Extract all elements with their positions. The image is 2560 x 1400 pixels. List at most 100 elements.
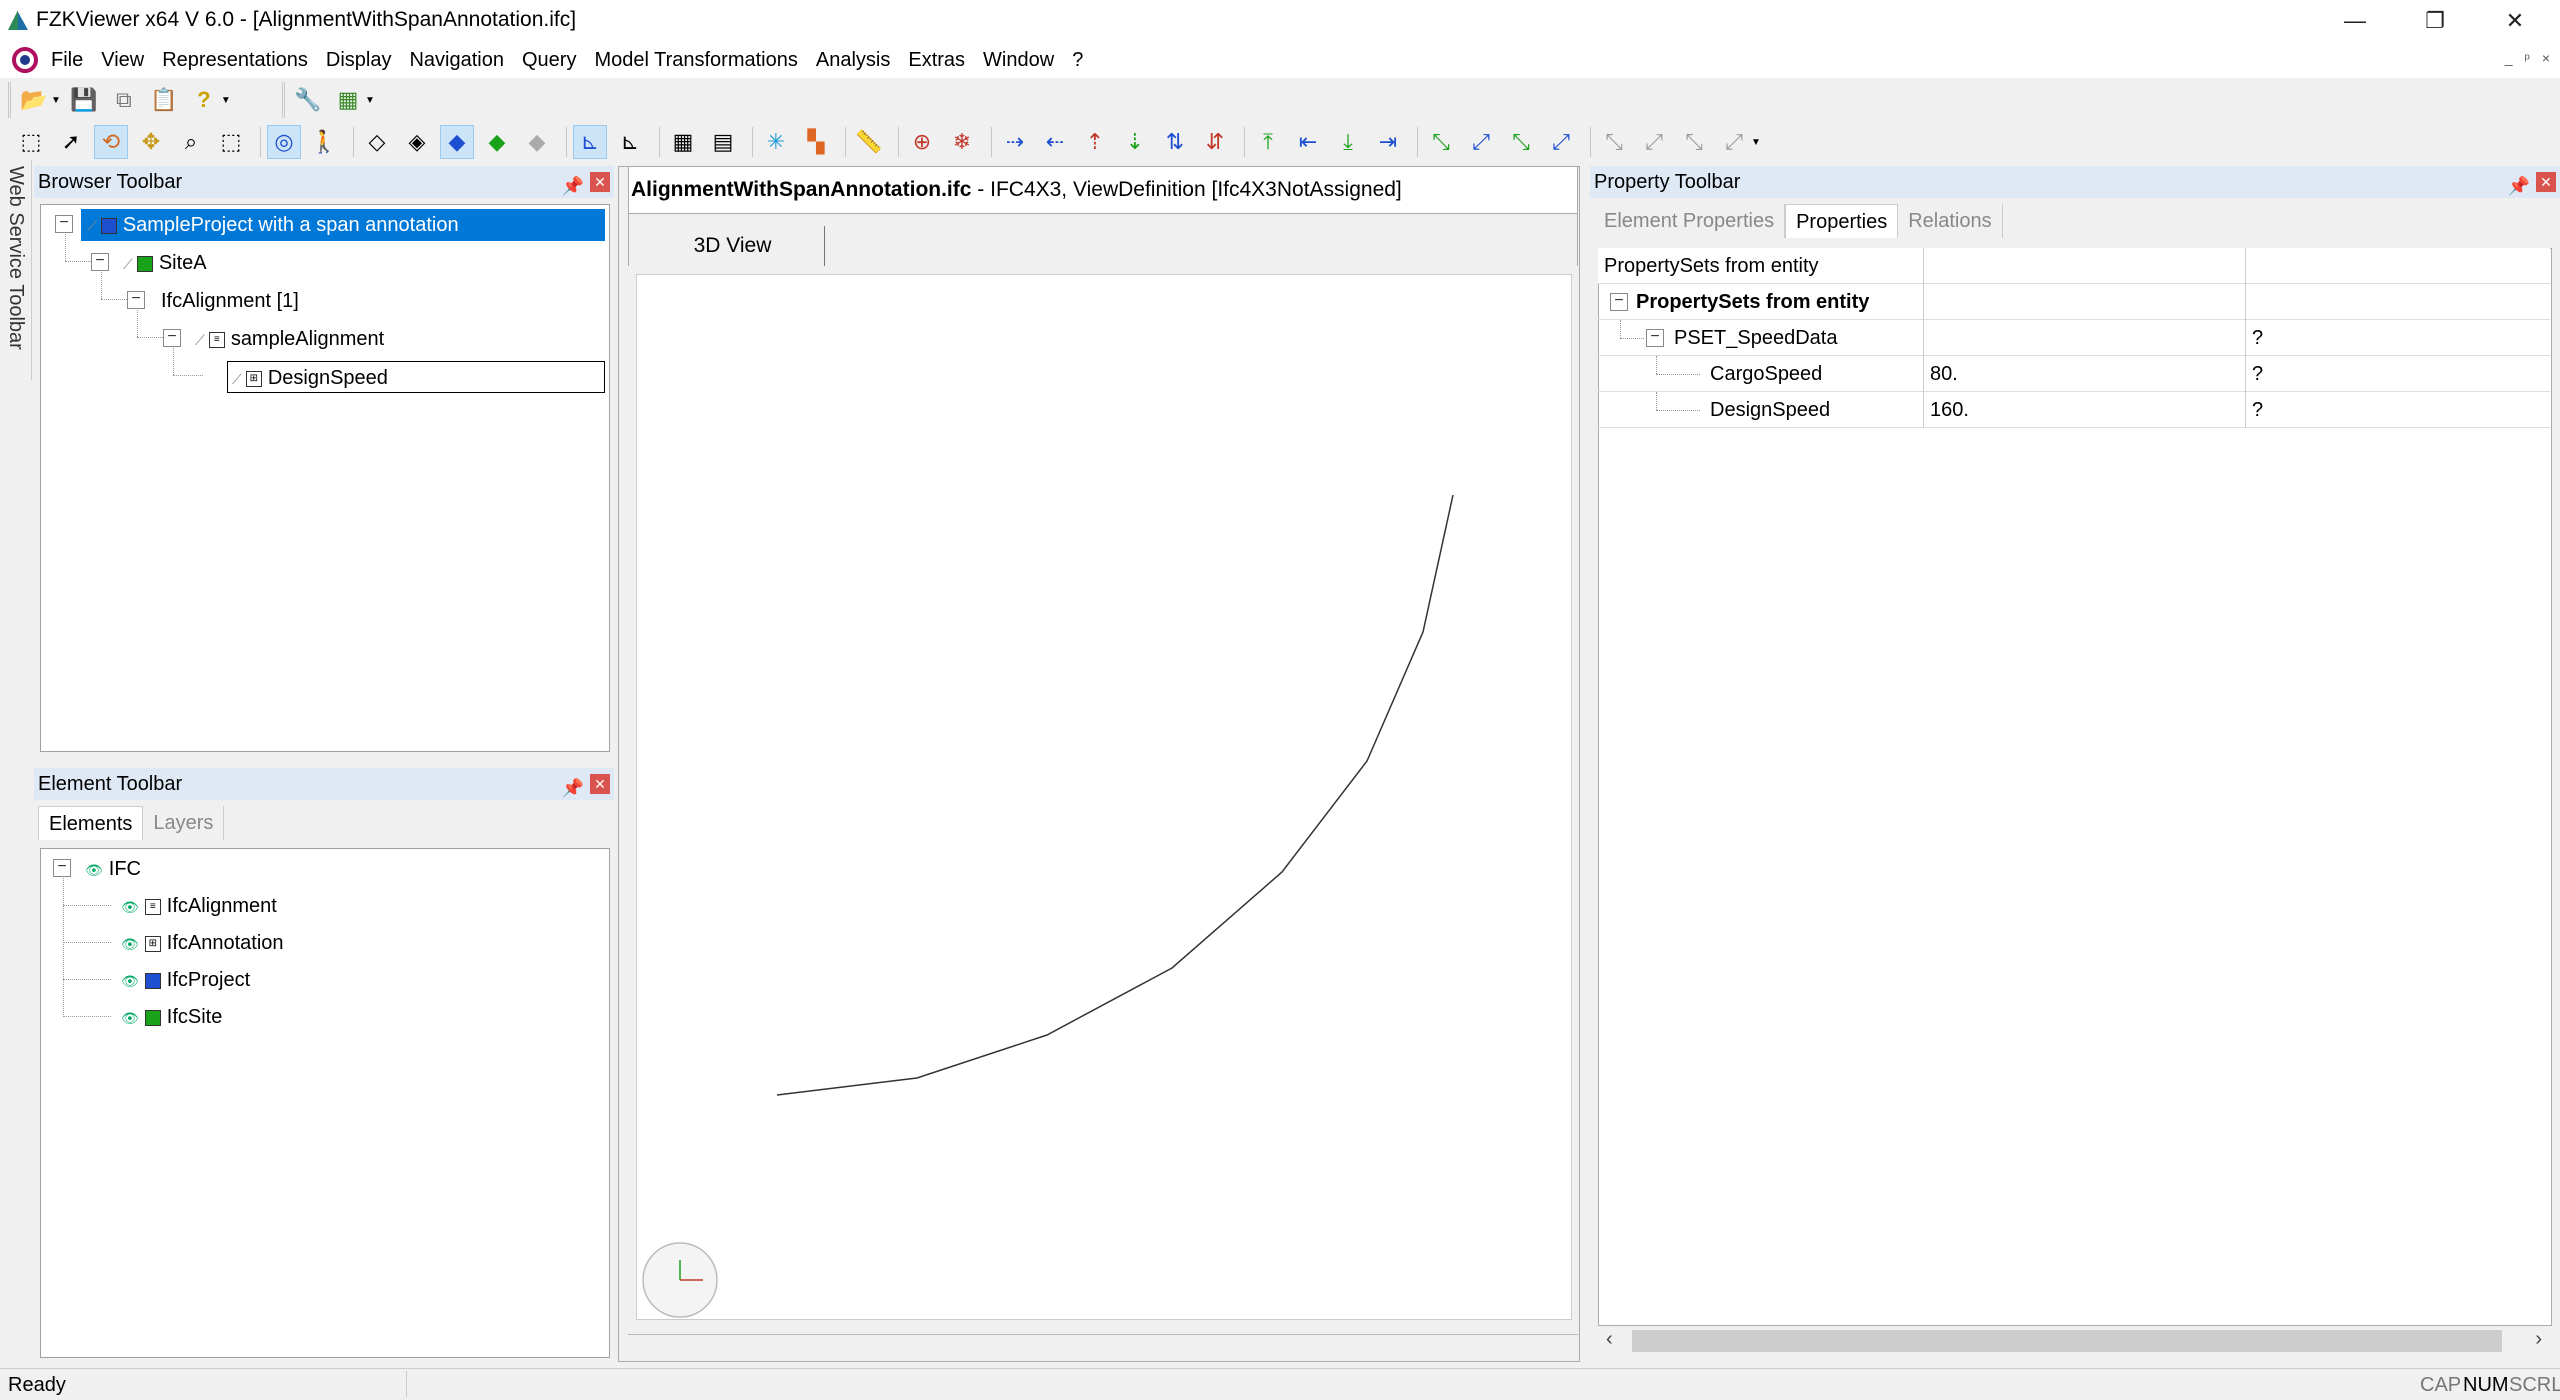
- pin-icon[interactable]: 📌: [2508, 170, 2530, 202]
- move-down-icon[interactable]: ⤓: [1331, 125, 1365, 159]
- property-row[interactable]: CargoSpeed 80. ?: [1598, 356, 2550, 392]
- iso-view-4-icon[interactable]: ⤢: [1544, 125, 1578, 159]
- web-service-toolbar-tab[interactable]: Web Service Toolbar: [0, 160, 32, 380]
- eye-icon[interactable]: 👁: [121, 891, 139, 923]
- menu-help[interactable]: ?: [1063, 42, 1092, 78]
- minimize-button[interactable]: —: [2320, 0, 2390, 42]
- pin-icon[interactable]: 📌: [562, 170, 584, 202]
- tab-relations[interactable]: Relations: [1898, 204, 2003, 238]
- open-dropdown-icon[interactable]: ▼: [51, 95, 61, 106]
- shaded-box-icon[interactable]: ◆: [440, 125, 474, 159]
- tree-item-ifcproject[interactable]: 👁 IfcProject: [121, 964, 250, 996]
- hidden-line-box-icon[interactable]: ◈: [400, 125, 434, 159]
- view-bottom-icon[interactable]: ⇵: [1198, 125, 1232, 159]
- zoom-window-icon[interactable]: ⬚: [214, 125, 248, 159]
- menu-representations[interactable]: Representations: [153, 42, 317, 78]
- tree-item-ifc-alignment[interactable]: IfcAlignment [1]: [157, 285, 299, 317]
- mdi-restore-button[interactable]: ᵖ: [2525, 50, 2530, 66]
- wrench-icon[interactable]: 🔧: [291, 83, 325, 117]
- color-palette-icon[interactable]: ▚: [799, 125, 833, 159]
- document-menu-icon[interactable]: [8, 45, 42, 75]
- tab-layers[interactable]: Layers: [143, 806, 225, 840]
- collapse-toggle[interactable]: −: [163, 329, 181, 347]
- property-row[interactable]: − PropertySets from entity: [1598, 284, 2550, 320]
- help-dropdown-icon[interactable]: ▼: [221, 95, 231, 106]
- walk-icon[interactable]: 🚶: [307, 125, 341, 159]
- axis-indicator[interactable]: [642, 1242, 718, 1318]
- close-panel-button[interactable]: ✕: [590, 172, 610, 192]
- eye-icon[interactable]: 👁: [85, 854, 103, 886]
- tree-item-ifcsite[interactable]: 👁 IfcSite: [121, 1001, 222, 1033]
- mdi-minimize-button[interactable]: _: [2505, 50, 2513, 66]
- scroll-right-icon[interactable]: ›: [2535, 1328, 2542, 1351]
- measure-icon[interactable]: 📏: [852, 125, 886, 159]
- pan-icon[interactable]: ✥: [134, 125, 168, 159]
- axes-grid-icon[interactable]: ⊾: [613, 125, 647, 159]
- menu-window[interactable]: Window: [974, 42, 1063, 78]
- menu-view[interactable]: View: [92, 42, 153, 78]
- collapse-toggle[interactable]: −: [127, 291, 145, 309]
- menu-display[interactable]: Display: [317, 42, 401, 78]
- tree-item-sample-project[interactable]: ⟋ SampleProject with a span annotation: [81, 209, 605, 241]
- iso-view-2-icon[interactable]: ⤢: [1464, 125, 1498, 159]
- scrollbar-thumb[interactable]: [1632, 1330, 2502, 1352]
- pin-icon[interactable]: 📌: [562, 772, 584, 804]
- grid-corner-icon[interactable]: ▤: [706, 125, 740, 159]
- rotate-icon[interactable]: ⟲: [94, 125, 128, 159]
- move-left-icon[interactable]: ⇤: [1291, 125, 1325, 159]
- wireframe-box-icon[interactable]: ◇: [360, 125, 394, 159]
- collapse-toggle[interactable]: −: [55, 215, 73, 233]
- close-panel-button[interactable]: ✕: [2536, 172, 2556, 192]
- 3d-viewport[interactable]: [636, 274, 1572, 1320]
- tab-properties[interactable]: Properties: [1785, 204, 1899, 238]
- tab-element-properties[interactable]: Element Properties: [1594, 204, 1786, 238]
- property-horizontal-scrollbar[interactable]: ‹ ›: [1598, 1326, 2550, 1356]
- view-left-icon[interactable]: ⇠: [1038, 125, 1072, 159]
- close-window-button[interactable]: ✕: [2480, 0, 2550, 42]
- menu-extras[interactable]: Extras: [899, 42, 974, 78]
- fit-view-icon[interactable]: ⬚: [14, 125, 48, 159]
- menu-query[interactable]: Query: [513, 42, 585, 78]
- menu-model-transformations[interactable]: Model Transformations: [585, 42, 806, 78]
- tree-item-ifcalignment[interactable]: 👁 ≡ IfcAlignment: [121, 890, 277, 922]
- paste-icon[interactable]: 📋: [147, 83, 181, 117]
- orbit-icon[interactable]: ◎: [267, 125, 301, 159]
- explode-icon[interactable]: ✳: [759, 125, 793, 159]
- save-icon[interactable]: 💾: [67, 83, 101, 117]
- close-panel-button[interactable]: ✕: [590, 774, 610, 794]
- open-folder-icon[interactable]: 📂: [17, 83, 51, 117]
- restore-button[interactable]: ❐: [2400, 0, 2470, 42]
- iso-view-3-icon[interactable]: ⤡: [1504, 125, 1538, 159]
- map-dropdown-icon[interactable]: ▼: [365, 95, 375, 106]
- grid-icon[interactable]: ▦: [666, 125, 700, 159]
- view-front-icon[interactable]: ⇡: [1078, 125, 1112, 159]
- tree-item-sample-alignment[interactable]: ⟋ ≡ sampleAlignment: [191, 323, 384, 355]
- eye-icon[interactable]: 👁: [121, 1002, 139, 1034]
- view-right-icon[interactable]: ⇢: [998, 125, 1032, 159]
- tree-item-ifcannotation[interactable]: 👁 ⊞ IfcAnnotation: [121, 927, 284, 959]
- tab-elements[interactable]: Elements: [38, 806, 144, 840]
- help-icon[interactable]: ?: [187, 83, 221, 117]
- menu-navigation[interactable]: Navigation: [400, 42, 513, 78]
- tree-item-ifc[interactable]: 👁 IFC: [85, 853, 141, 885]
- tab-3d-view[interactable]: 3D View: [641, 226, 825, 266]
- axes-icon[interactable]: ⊾: [573, 125, 607, 159]
- zoom-icon[interactable]: ⌕: [174, 125, 208, 159]
- collapse-toggle[interactable]: −: [53, 859, 71, 877]
- property-row[interactable]: DesignSpeed 160. ?: [1598, 392, 2550, 428]
- tree-item-site-a[interactable]: ⟋ SiteA: [119, 247, 207, 279]
- gray-box-icon[interactable]: ◆: [520, 125, 554, 159]
- snowflake-crosshair-icon[interactable]: ❄: [945, 125, 979, 159]
- menu-file[interactable]: File: [42, 42, 92, 78]
- mdi-close-button[interactable]: ×: [2542, 50, 2550, 66]
- map-icon[interactable]: ▦: [331, 83, 365, 117]
- move-up-icon[interactable]: ⤒: [1251, 125, 1285, 159]
- eye-icon[interactable]: 👁: [121, 965, 139, 997]
- view-back-icon[interactable]: ⇣: [1118, 125, 1152, 159]
- move-right-icon[interactable]: ⇥: [1371, 125, 1405, 159]
- copy-icon[interactable]: ⧉: [107, 83, 141, 117]
- view-top-icon[interactable]: ⇅: [1158, 125, 1192, 159]
- select-pointer-icon[interactable]: ➚: [54, 125, 88, 159]
- green-box-icon[interactable]: ◆: [480, 125, 514, 159]
- property-row[interactable]: − PSET_SpeedData ?: [1598, 320, 2550, 356]
